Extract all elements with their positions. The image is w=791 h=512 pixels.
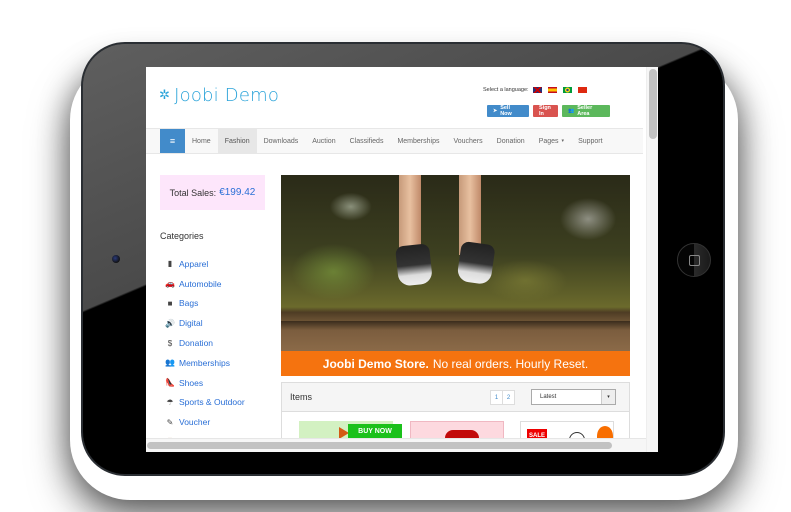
flag-uk-icon[interactable] (532, 87, 542, 93)
menu-toggle-button[interactable]: ≡ (160, 129, 185, 153)
front-camera (112, 255, 120, 263)
ticket-icon: ✎ (166, 417, 174, 427)
sell-now-label: Sell Now (500, 105, 512, 117)
category-automobile[interactable]: 🚗 Automobile (163, 274, 245, 294)
nav-home[interactable]: Home (185, 129, 218, 153)
language-selector: Select a language: (483, 87, 593, 93)
category-label: Memberships (179, 357, 231, 368)
joobi-logo-icon: ✲ (159, 88, 171, 103)
nav-auction[interactable]: Auction (305, 129, 342, 153)
chevron-down-icon: ▾ (601, 390, 615, 404)
high-heel-icon: 👠 (165, 378, 175, 388)
nav-classifieds[interactable]: Classifieds (343, 129, 391, 153)
users-icon: 👥 (165, 358, 175, 368)
home-button[interactable] (677, 243, 711, 277)
category-shoes[interactable]: 👠 Shoes (163, 373, 245, 393)
caret-down-icon: ▾ (561, 138, 565, 144)
total-sales-box: Total Sales: €199.42 (160, 175, 265, 210)
browser-viewport: ✲ Joobi Demo Select a language: ➤ Sell N… (146, 67, 658, 452)
hero-road (281, 321, 630, 351)
apparel-icon: ▮ (167, 259, 173, 269)
category-label: Digital (179, 318, 203, 329)
categories-heading: Categories (160, 231, 204, 241)
donation-hand-icon: $ (167, 338, 173, 348)
site-logo[interactable]: ✲ Joobi Demo (159, 85, 279, 106)
category-label: Donation (179, 338, 214, 349)
hero-shoe-left (395, 243, 433, 287)
category-memberships[interactable]: 👥 Memberships (163, 353, 245, 373)
category-apparel[interactable]: ▮ Apparel (163, 254, 245, 274)
nav-downloads[interactable]: Downloads (257, 129, 306, 153)
category-label: Automobile (179, 278, 222, 289)
pagination: 1 2 (490, 390, 515, 405)
hamburger-icon: ≡ (169, 136, 176, 146)
sign-in-button[interactable]: Sign In (533, 105, 558, 117)
category-bags[interactable]: ■ Bags (163, 294, 245, 314)
hero-shoe-right (456, 240, 496, 286)
horizontal-scrollbar[interactable] (146, 438, 646, 452)
nav-pages-label: Pages (538, 137, 559, 145)
category-label: Bags (179, 298, 199, 309)
sign-in-label: Sign In (539, 105, 551, 117)
buy-now-badge: BUY NOW (348, 424, 402, 438)
main-navbar: ≡ Home Fashion Downloads Auction Classif… (146, 128, 643, 154)
hero-leg-left (399, 175, 421, 255)
total-sales-label: Total Sales: (169, 187, 217, 198)
horizontal-scroll-thumb[interactable] (147, 442, 612, 449)
banner-text: No real orders. Hourly Reset. (432, 356, 589, 371)
nav-support[interactable]: Support (571, 129, 610, 153)
category-digital[interactable]: 🔊 Digital (163, 313, 245, 333)
category-sports-outdoor[interactable]: ☂ Sports & Outdoor (163, 393, 245, 413)
category-donation[interactable]: $ Donation (163, 333, 245, 353)
site-header: ✲ Joobi Demo Select a language: ➤ Sell N… (146, 67, 658, 127)
seller-area-button[interactable]: 👥 Seller Area (562, 105, 610, 117)
umbrella-icon: ☂ (166, 397, 174, 407)
sort-select[interactable]: Latest ▾ (531, 389, 616, 405)
flag-china-icon[interactable] (577, 87, 587, 93)
car-icon: 🚗 (165, 279, 175, 289)
category-label: Shoes (179, 377, 204, 388)
seller-area-label: Seller Area (577, 105, 593, 117)
page-2-link[interactable]: 2 (502, 390, 515, 405)
header-actions: ➤ Sell Now Sign In 👥 Seller Area (487, 105, 610, 117)
items-header: Items 1 2 Latest ▾ (282, 383, 629, 412)
logo-text: Joobi Demo (174, 85, 280, 106)
items-title: Items (290, 392, 313, 402)
sell-now-button[interactable]: ➤ Sell Now (487, 105, 529, 117)
category-label: Voucher (179, 417, 211, 428)
bag-icon: ■ (167, 298, 173, 308)
category-label: Sports & Outdoor (179, 397, 245, 408)
language-label: Select a language: (483, 87, 529, 93)
nav-memberships[interactable]: Memberships (390, 129, 446, 153)
total-sales-value: €199.42 (219, 187, 256, 198)
hero-image-sneakers (281, 175, 630, 351)
category-voucher[interactable]: ✎ Voucher (163, 412, 245, 432)
flag-spain-icon[interactable] (547, 87, 557, 93)
users-icon: 👥 (568, 108, 575, 114)
demo-store-banner: Joobi Demo Store. No real orders. Hourly… (281, 351, 630, 376)
send-icon: ➤ (493, 108, 498, 114)
nav-donation[interactable]: Donation (490, 129, 532, 153)
flag-brazil-icon[interactable] (562, 87, 572, 93)
nav-pages-dropdown[interactable]: Pages ▾ (532, 129, 571, 153)
sort-selected-value: Latest (540, 394, 557, 400)
speaker-icon: 🔊 (165, 318, 175, 328)
vertical-scrollbar[interactable] (646, 67, 658, 452)
category-label: Apparel (179, 258, 209, 269)
category-list: ▮ Apparel 🚗 Automobile ■ Bags 🔊 Digital $ Don… (163, 254, 245, 452)
nav-vouchers[interactable]: Vouchers (446, 129, 489, 153)
banner-bold-text: Joobi Demo Store. (322, 356, 429, 371)
nav-fashion[interactable]: Fashion (217, 129, 257, 153)
vertical-scroll-thumb[interactable] (649, 69, 657, 139)
